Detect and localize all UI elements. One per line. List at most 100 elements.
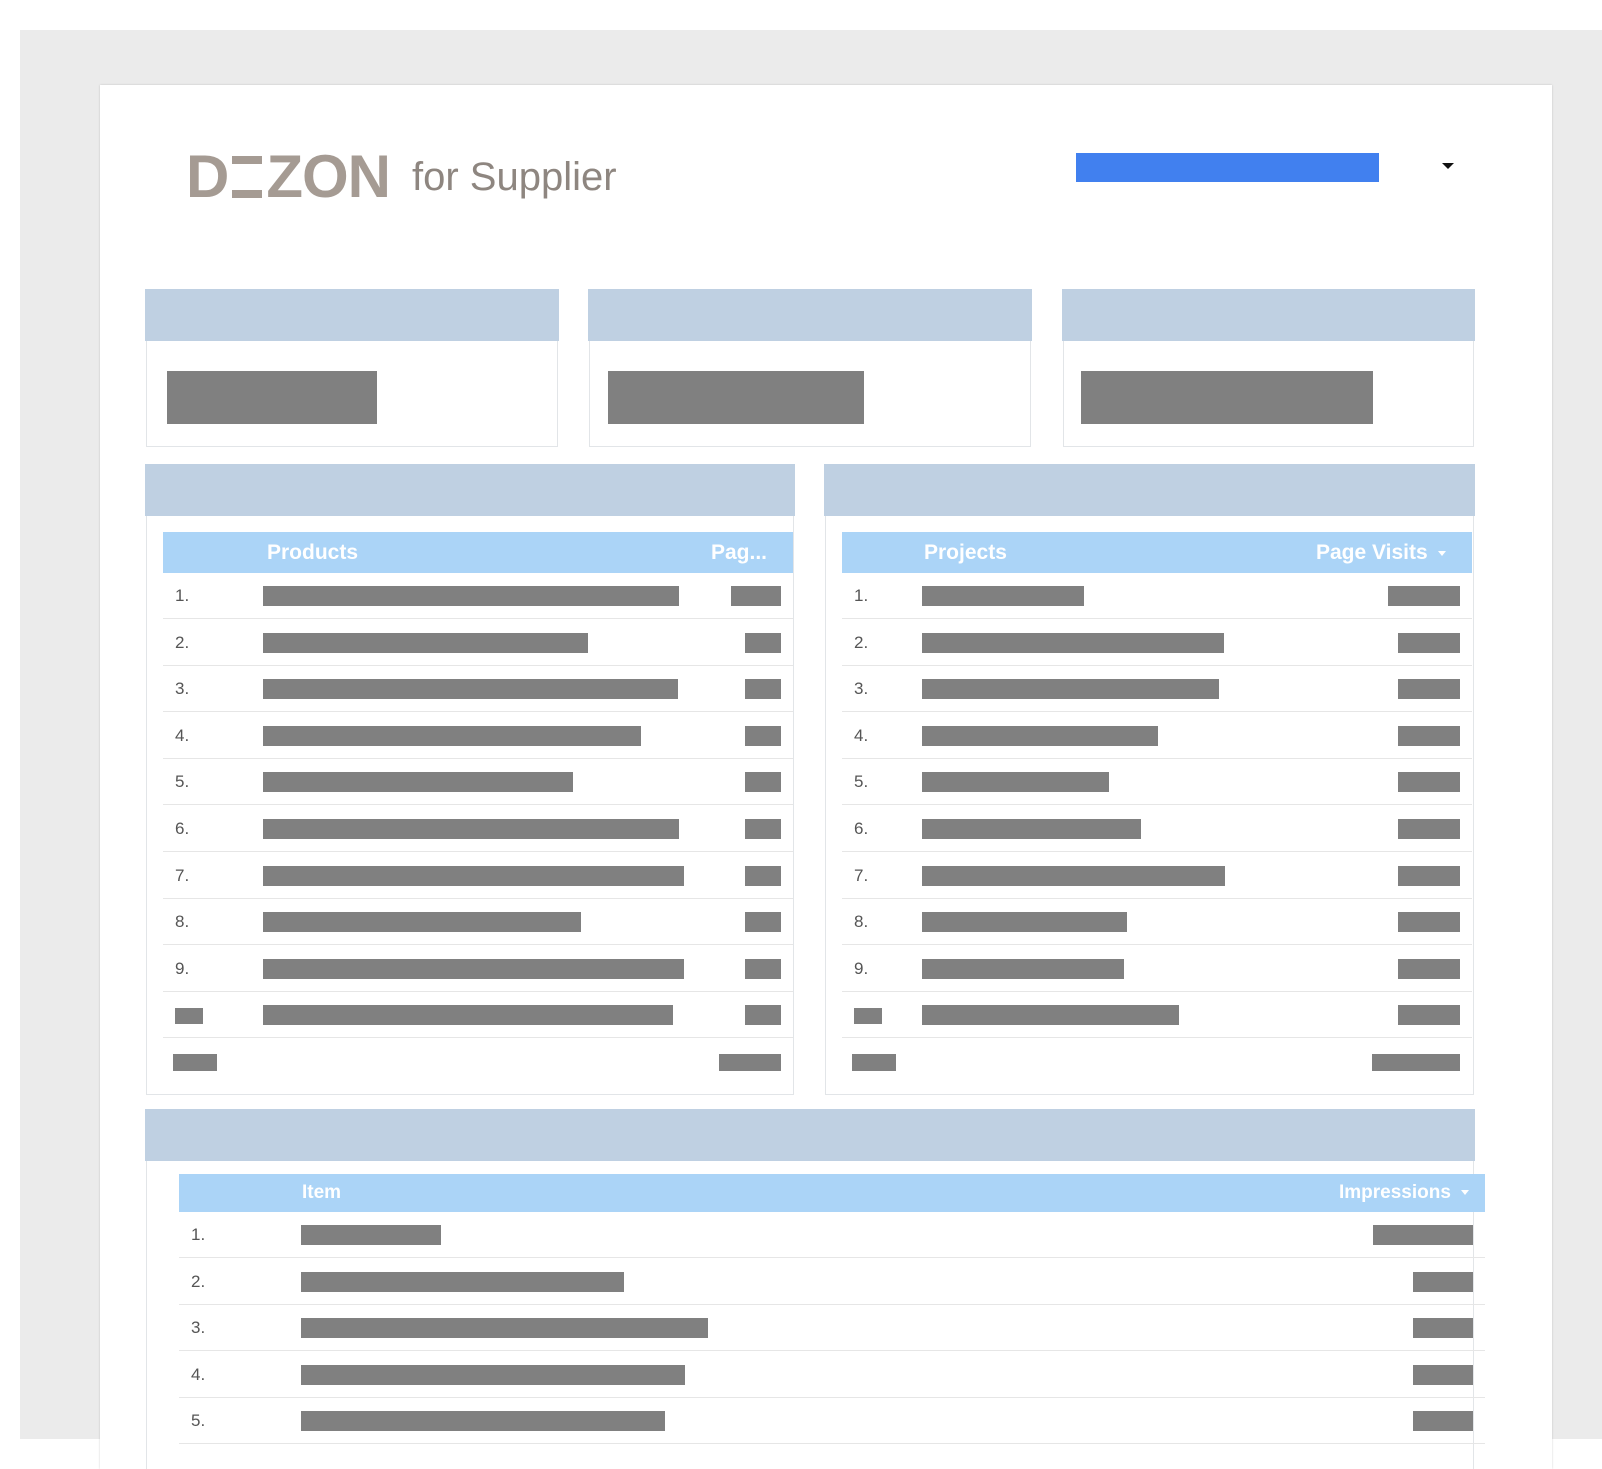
total-label-redacted xyxy=(173,1054,217,1071)
brand-subtitle: for Supplier xyxy=(412,155,617,199)
kpi-card-header xyxy=(1062,289,1475,341)
total-label-redacted xyxy=(852,1054,896,1071)
name-redacted xyxy=(922,586,1084,606)
kpi-card-2 xyxy=(588,289,1032,447)
value-redacted xyxy=(1413,1411,1473,1432)
row-number: 9. xyxy=(854,958,869,978)
value-redacted xyxy=(731,586,781,606)
value-redacted xyxy=(1398,958,1460,979)
account-selector[interactable] xyxy=(1076,153,1379,182)
products-card: Products Pag... 1. 2. 3. 4. 5. 6. 7. 8. 9. xyxy=(145,464,795,1095)
row-number-redacted xyxy=(854,1008,882,1025)
name-redacted xyxy=(263,865,684,886)
table-row[interactable]: 2. xyxy=(179,1259,1485,1305)
row-number-redacted xyxy=(175,1008,203,1025)
table-row[interactable] xyxy=(842,992,1472,1039)
row-number: 2. xyxy=(175,632,190,652)
name-redacted xyxy=(922,912,1127,933)
value-redacted xyxy=(1398,632,1460,653)
table-row[interactable] xyxy=(163,992,793,1039)
kpi-value-redacted xyxy=(167,371,377,424)
table-row[interactable]: 5. xyxy=(179,1398,1485,1445)
value-redacted xyxy=(745,725,781,746)
items-card: Item Impressions 1. 2. 3. 4. 5. xyxy=(145,1109,1485,1469)
value-redacted xyxy=(1373,1225,1473,1245)
row-number: 8. xyxy=(175,912,190,932)
products-table-header: Products Pag... xyxy=(163,532,793,573)
name-redacted xyxy=(263,912,581,933)
value-redacted xyxy=(1398,772,1460,793)
table-row[interactable]: 9. xyxy=(163,946,793,992)
column-header-impressions[interactable]: Impressions xyxy=(1339,1174,1469,1212)
table-row[interactable]: 5. xyxy=(842,759,1472,806)
projects-table: Projects Page Visits 1. 2. 3. 4. 5. 6. 7. 8. 9. xyxy=(842,532,1472,1092)
value-redacted xyxy=(745,632,781,653)
name-redacted xyxy=(263,1005,673,1026)
kpi-value-redacted xyxy=(1081,371,1373,424)
row-number: 7. xyxy=(854,865,869,885)
column-header-item[interactable]: Item xyxy=(302,1174,341,1212)
page-background: D ZON for Supplier Products Pag... 1. 2.… xyxy=(20,30,1602,1469)
table-row[interactable]: 1. xyxy=(842,573,1472,619)
name-redacted xyxy=(263,819,679,839)
table-row[interactable]: 7. xyxy=(163,853,793,899)
value-redacted xyxy=(1398,912,1460,933)
value-redacted xyxy=(745,958,781,979)
column-header-page-visits[interactable]: Pag... xyxy=(711,532,767,573)
value-redacted xyxy=(1398,725,1460,746)
table-row[interactable]: 6. xyxy=(842,806,1472,852)
column-header-page-visits[interactable]: Page Visits xyxy=(1316,532,1446,573)
value-redacted xyxy=(1398,865,1460,886)
table-row[interactable]: 4. xyxy=(179,1352,1485,1398)
brand: D ZON for Supplier xyxy=(186,147,617,207)
table-row[interactable]: 8. xyxy=(163,899,793,946)
value-redacted xyxy=(1398,819,1460,839)
items-table: Item Impressions 1. 2. 3. 4. 5. xyxy=(179,1174,1485,1469)
name-redacted xyxy=(301,1271,624,1292)
sort-desc-icon xyxy=(1460,1190,1469,1196)
table-row[interactable]: 6. xyxy=(163,806,793,852)
kpi-card-header xyxy=(145,289,559,341)
projects-card: Projects Page Visits 1. 2. 3. 4. 5. 6. 7. 8. 9. xyxy=(824,464,1475,1095)
column-header-products[interactable]: Products xyxy=(267,532,358,573)
name-redacted xyxy=(263,632,588,653)
row-number: 3. xyxy=(854,679,869,699)
name-redacted xyxy=(922,819,1141,839)
table-row[interactable]: 4. xyxy=(163,713,793,759)
sort-desc-icon xyxy=(1437,550,1446,556)
table-row[interactable]: 3. xyxy=(179,1305,1485,1352)
table-row[interactable]: 2. xyxy=(163,620,793,666)
projects-table-header: Projects Page Visits xyxy=(842,532,1472,573)
row-number: 6. xyxy=(175,819,190,838)
column-header-label: Page Visits xyxy=(1316,541,1428,564)
products-card-header xyxy=(145,464,795,516)
name-redacted xyxy=(922,1005,1179,1026)
name-redacted xyxy=(263,958,684,979)
table-row[interactable]: 9. xyxy=(842,946,1472,992)
name-redacted xyxy=(301,1411,665,1432)
name-redacted xyxy=(922,958,1124,979)
name-redacted xyxy=(263,772,573,793)
chevron-down-icon[interactable] xyxy=(1442,163,1454,169)
row-number: 4. xyxy=(175,725,190,745)
name-redacted xyxy=(922,632,1224,653)
name-redacted xyxy=(301,1318,708,1339)
row-number: 1. xyxy=(191,1225,206,1244)
kpi-card-1 xyxy=(145,289,559,447)
table-row[interactable]: 4. xyxy=(842,713,1472,759)
value-redacted xyxy=(1413,1318,1473,1339)
total-value-redacted xyxy=(719,1054,781,1071)
table-row[interactable]: 3. xyxy=(163,666,793,713)
table-row[interactable]: 1. xyxy=(179,1212,1485,1258)
kpi-card-header xyxy=(588,289,1032,341)
row-number: 7. xyxy=(175,865,190,885)
name-redacted xyxy=(922,772,1109,793)
column-header-projects[interactable]: Projects xyxy=(924,532,1007,573)
table-row[interactable]: 3. xyxy=(842,666,1472,713)
table-row[interactable]: 2. xyxy=(842,620,1472,666)
name-redacted xyxy=(301,1364,685,1385)
table-row[interactable]: 8. xyxy=(842,899,1472,946)
table-row[interactable]: 1. xyxy=(163,573,793,619)
table-row[interactable]: 5. xyxy=(163,759,793,806)
table-row[interactable]: 7. xyxy=(842,853,1472,899)
